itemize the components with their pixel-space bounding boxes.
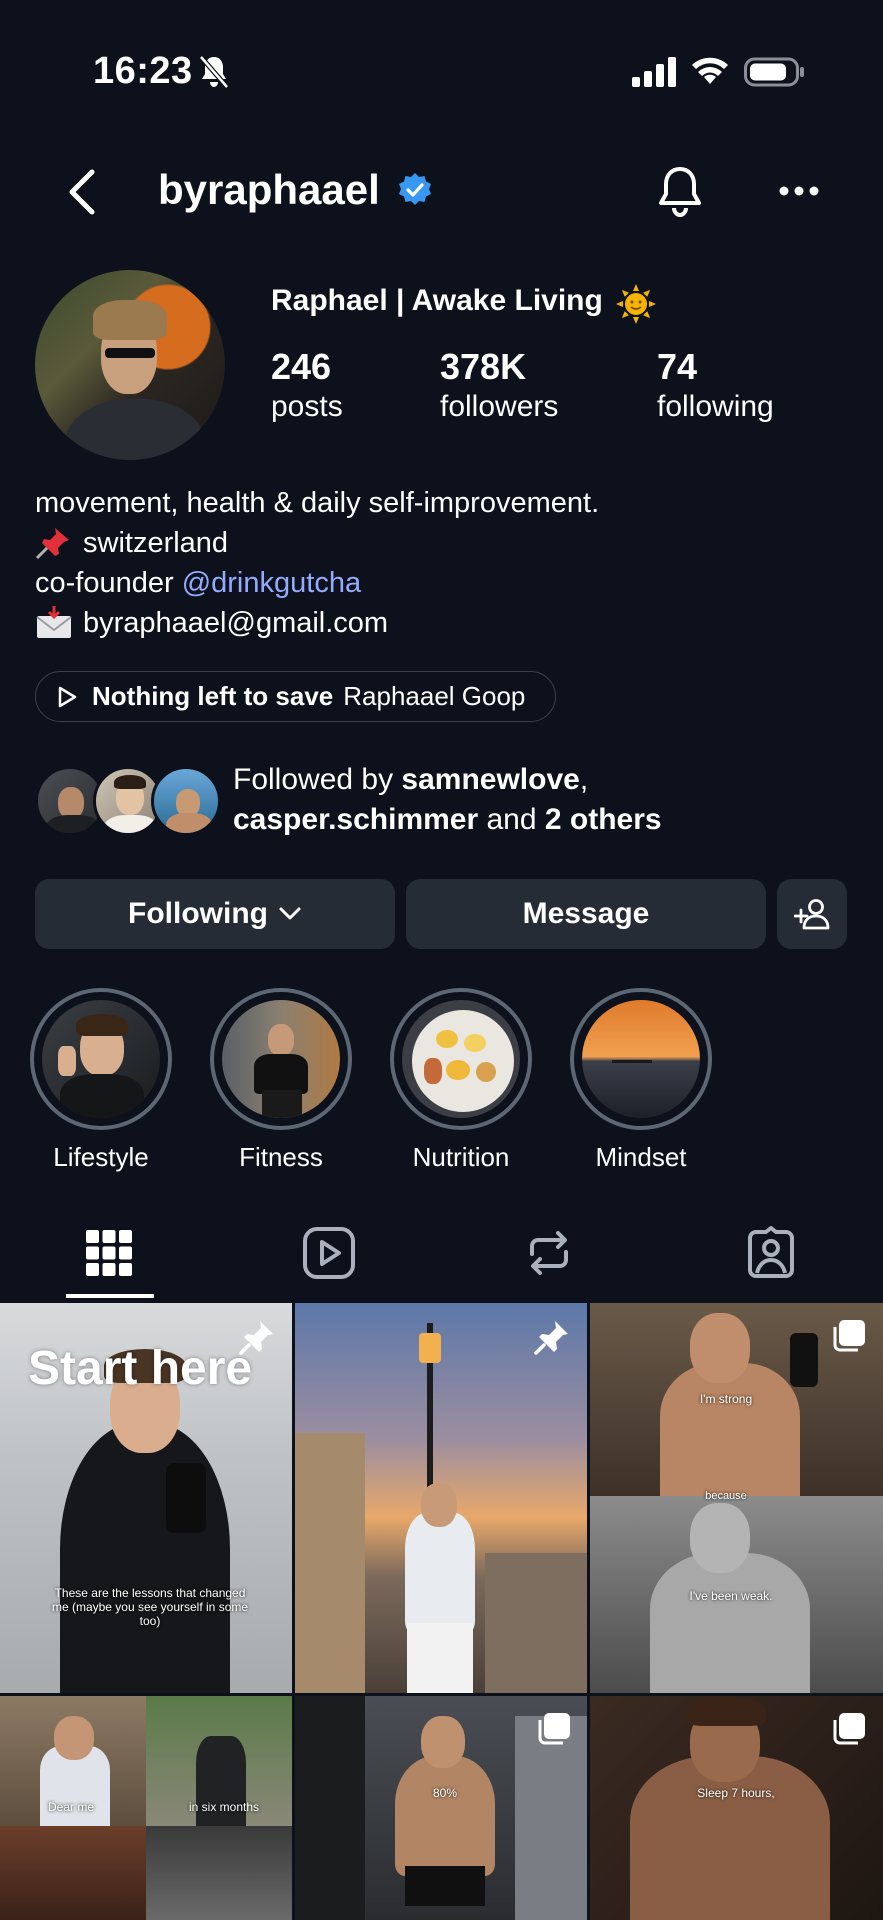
stat-following[interactable]: 74 following <box>657 346 774 424</box>
envelope-arrow-icon <box>36 606 72 638</box>
highlight-lifestyle[interactable]: Lifestyle <box>30 988 172 1173</box>
following-button[interactable]: Following <box>35 879 395 949</box>
bio-line-2: switzerland <box>83 527 229 559</box>
more-options-icon[interactable] <box>778 183 820 199</box>
stat-following-label: following <box>657 390 774 423</box>
reposts-tab-icon[interactable] <box>520 1224 578 1282</box>
post-5-caption: 80% <box>432 1786 458 1800</box>
followed-by-user-2: casper.schimmer <box>233 803 479 836</box>
stat-posts[interactable]: 246 posts <box>271 346 343 424</box>
highlight-lifestyle-label: Lifestyle <box>53 1142 149 1172</box>
mutual-avatar-3[interactable] <box>151 766 221 836</box>
following-button-label: Following <box>128 897 268 930</box>
message-button[interactable]: Message <box>406 879 766 949</box>
battery-icon <box>744 57 804 87</box>
chevron-down-icon <box>279 907 301 920</box>
post-tile-1[interactable]: Start here These are the lessons that ch… <box>0 1303 292 1693</box>
post-3-caption-b: because <box>705 1490 747 1502</box>
music-artist: Raphaael Goop <box>343 681 526 711</box>
post-tile-6[interactable]: Sleep 7 hours, <box>590 1696 883 1920</box>
post-tile-2[interactable] <box>295 1303 587 1693</box>
highlight-fitness[interactable]: Fitness <box>210 988 352 1173</box>
post-6-caption: Sleep 7 hours, <box>697 1786 775 1800</box>
sun-emoji-icon <box>616 284 656 324</box>
profile-bio: movement, health & daily self-improvemen… <box>35 483 599 643</box>
stat-following-value: 74 <box>657 346 698 387</box>
post-4-caption-a: Dear me <box>47 1800 94 1814</box>
reels-tab-icon[interactable] <box>300 1224 358 1282</box>
add-person-icon <box>794 899 830 930</box>
music-song-title: Nothing left to save <box>92 681 334 711</box>
active-tab-indicator <box>66 1294 154 1298</box>
play-icon <box>58 686 77 707</box>
carousel-icon <box>833 1320 865 1352</box>
post-tile-5[interactable]: 80% <box>295 1696 587 1920</box>
stat-followers-value: 378K <box>440 346 527 387</box>
grid-tab-icon[interactable] <box>80 1224 138 1282</box>
signal-icon <box>632 57 676 87</box>
followed-by-user-1: samnewlove <box>401 763 580 796</box>
pushpin-icon <box>35 528 69 560</box>
post-1-title: Start here <box>28 1342 253 1395</box>
carousel-icon <box>833 1713 865 1745</box>
stat-followers[interactable]: 378K followers <box>440 346 558 424</box>
post-3-caption-a: I'm strong <box>699 1392 753 1406</box>
profile-full-name: Raphael | Awake Living <box>271 284 603 317</box>
wifi-icon <box>692 57 728 84</box>
tagged-tab-icon[interactable] <box>742 1224 800 1282</box>
suggested-users-button[interactable] <box>777 879 847 949</box>
back-arrow-icon[interactable] <box>64 166 100 218</box>
post-4-caption-b: in six months <box>188 1800 260 1814</box>
followed-by-text[interactable]: Followed by samnewlove, casper.schimmer … <box>233 760 662 840</box>
bell-off-icon <box>199 55 229 89</box>
pinned-icon <box>534 1321 568 1355</box>
followed-by-and: and <box>478 803 545 836</box>
stat-posts-value: 246 <box>271 346 332 387</box>
highlight-nutrition-label: Nutrition <box>412 1142 510 1172</box>
stat-posts-label: posts <box>271 390 343 423</box>
profile-username: byraphaael <box>158 166 380 213</box>
notifications-bell-icon[interactable] <box>655 164 705 218</box>
highlight-fitness-label: Fitness <box>239 1142 323 1172</box>
profile-avatar[interactable] <box>35 270 225 460</box>
bio-line-1: movement, health & daily self-improvemen… <box>35 487 600 519</box>
post-3-caption-c: I've been weak. <box>689 1589 773 1603</box>
bio-line-3-prefix: co-founder <box>35 567 182 599</box>
verified-badge-icon <box>399 173 431 205</box>
highlight-nutrition[interactable]: Nutrition <box>390 988 532 1173</box>
pinned-icon <box>239 1321 273 1355</box>
message-button-label: Message <box>522 897 650 930</box>
followed-by-sep: , <box>579 763 589 796</box>
profile-music-pill[interactable]: Nothing left to save Raphaael Goop <box>35 671 556 722</box>
followed-by-others: 2 others <box>544 803 662 836</box>
highlight-mindset-label: Mindset <box>595 1142 687 1172</box>
bio-line-4: byraphaael@gmail.com <box>83 607 389 639</box>
followed-by-prefix: Followed by <box>233 763 402 796</box>
post-1-caption: These are the lessons that changed me (m… <box>51 1586 249 1628</box>
highlight-mindset[interactable]: Mindset <box>570 988 712 1173</box>
stat-followers-label: followers <box>440 390 559 423</box>
bio-mention-link[interactable]: @drinkgutcha <box>182 563 361 603</box>
status-time: 16:23 <box>93 50 193 92</box>
carousel-icon <box>538 1713 570 1745</box>
post-tile-4[interactable]: Dear me in six months <box>0 1696 292 1920</box>
post-tile-3[interactable]: I'm strong because I've been weak. <box>590 1303 883 1693</box>
status-bar: 16:23 <box>0 0 883 145</box>
